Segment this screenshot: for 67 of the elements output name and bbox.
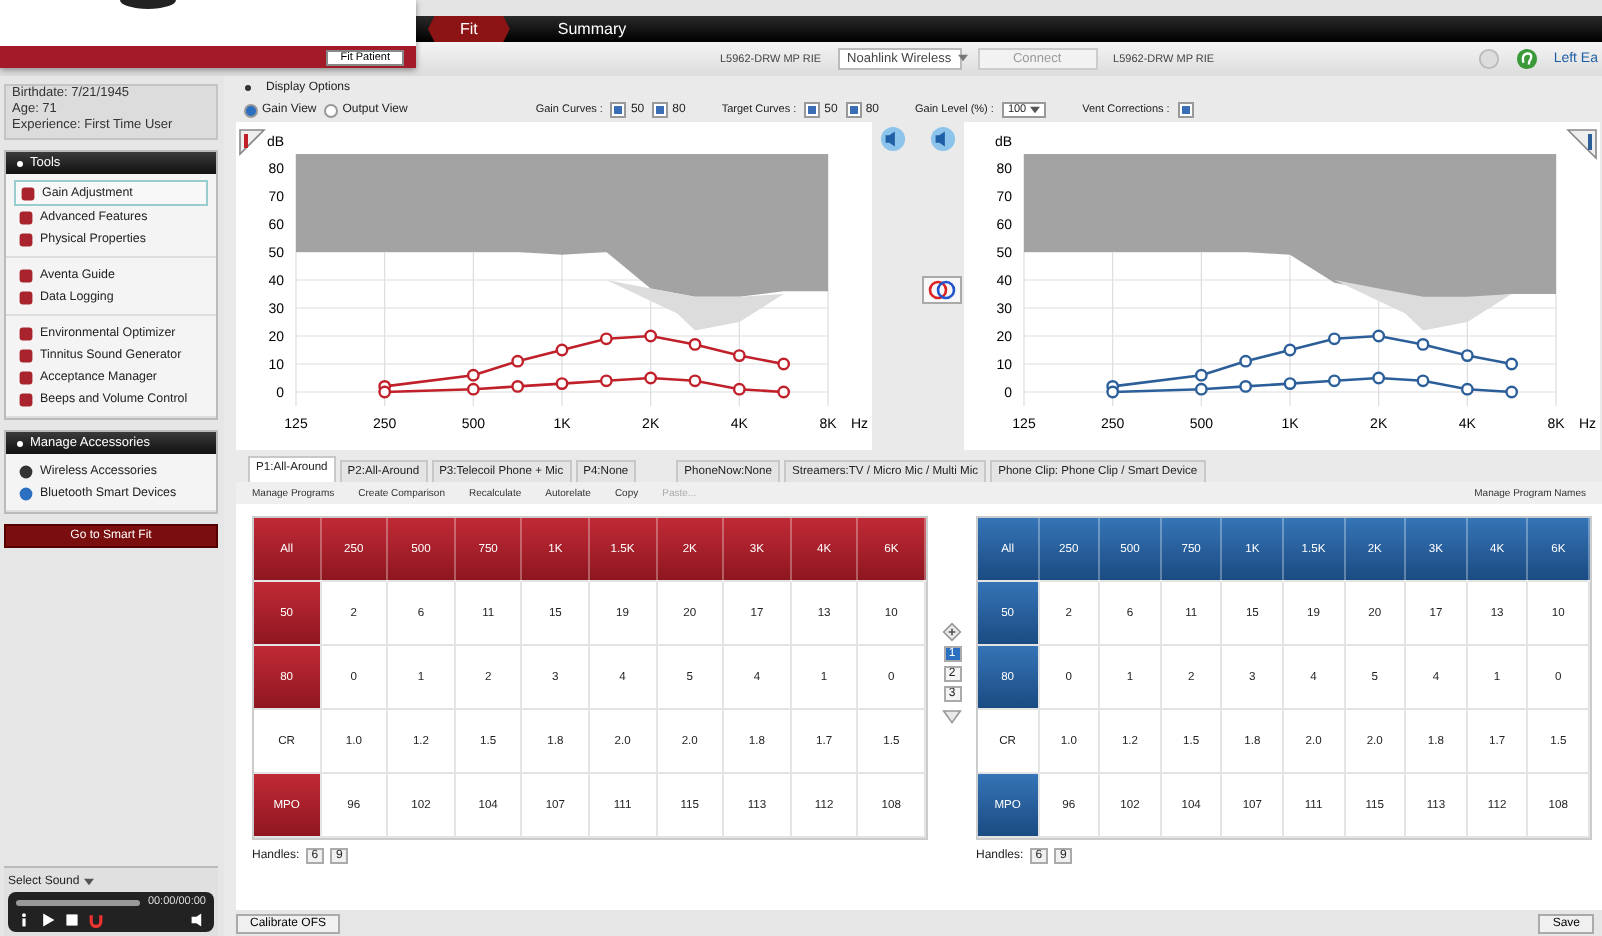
stop-icon[interactable] <box>64 912 80 928</box>
point <box>688 374 702 388</box>
point <box>1283 377 1297 390</box>
square-icon <box>18 209 34 225</box>
point <box>777 357 791 371</box>
point <box>511 354 525 368</box>
point <box>378 385 392 399</box>
point <box>688 338 702 351</box>
bullet-icon <box>16 159 24 167</box>
caret-icon[interactable] <box>958 54 969 62</box>
point <box>466 368 480 382</box>
circle-icon <box>18 463 34 479</box>
circle-icon <box>1477 48 1500 70</box>
point <box>555 343 569 357</box>
play-icon[interactable] <box>40 912 56 928</box>
circle-icon <box>18 485 34 501</box>
point <box>599 332 613 346</box>
square-icon <box>18 391 34 407</box>
corner-marker-icon[interactable] <box>239 129 266 156</box>
down-arrow-icon[interactable] <box>942 705 962 725</box>
square-icon <box>20 185 36 201</box>
point <box>466 382 480 396</box>
bullet-icon <box>16 439 24 447</box>
point <box>644 371 658 385</box>
bullet-icon <box>244 84 252 92</box>
point <box>732 349 746 362</box>
point <box>1372 371 1386 385</box>
caret-icon[interactable] <box>1030 106 1041 114</box>
point <box>1372 329 1386 343</box>
rings-icon[interactable] <box>922 276 962 304</box>
point <box>1327 374 1341 388</box>
point <box>1505 357 1519 371</box>
info-icon[interactable] <box>16 912 32 928</box>
plus-icon[interactable] <box>942 621 962 641</box>
point <box>732 382 746 396</box>
point <box>1106 385 1120 399</box>
point <box>1460 382 1474 396</box>
point <box>1327 332 1341 346</box>
square-icon <box>18 325 34 341</box>
caret-icon[interactable] <box>83 878 94 886</box>
top-tab[interactable]: Fit <box>428 16 510 42</box>
square-icon <box>18 289 34 305</box>
square-icon <box>18 231 34 247</box>
point <box>1416 338 1430 351</box>
top-tab[interactable]: Summary <box>525 16 659 42</box>
point <box>599 374 613 388</box>
point <box>1416 374 1430 388</box>
speaker-icon[interactable] <box>190 912 206 928</box>
point <box>1239 354 1253 368</box>
point <box>555 377 569 390</box>
ear-icon <box>1515 48 1538 70</box>
point <box>1283 343 1297 357</box>
point <box>1194 368 1208 382</box>
point <box>1460 349 1474 362</box>
point <box>1505 385 1519 399</box>
square-icon <box>18 267 34 283</box>
point <box>644 329 658 343</box>
point <box>1239 380 1253 393</box>
square-icon <box>18 347 34 363</box>
square-icon <box>18 369 34 385</box>
point <box>1194 382 1208 396</box>
point <box>777 385 791 399</box>
loop-icon[interactable] <box>88 912 104 928</box>
vent-checkbox[interactable] <box>1177 102 1194 118</box>
device-drawing <box>118 0 178 10</box>
corner-marker-icon[interactable] <box>1566 129 1597 160</box>
point <box>511 380 525 393</box>
